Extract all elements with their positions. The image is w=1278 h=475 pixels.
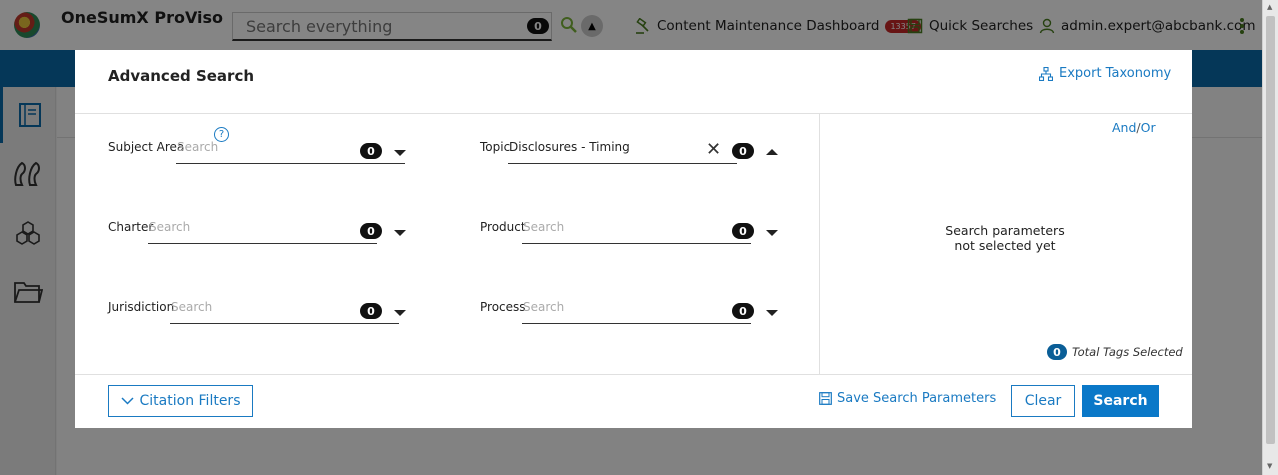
topic-count: 0 (732, 143, 754, 159)
citation-filters-button[interactable]: Citation Filters (108, 385, 253, 417)
subject-area-count: 0 (360, 143, 382, 159)
chevron-up-icon[interactable] (766, 149, 778, 155)
floppy-disk-icon (819, 392, 832, 405)
chevron-down-icon[interactable] (394, 230, 406, 236)
charter-count: 0 (360, 223, 382, 239)
charter-field: Charter Search 0 (108, 220, 408, 244)
product-field: Product Search 0 (480, 220, 780, 244)
scroll-down-icon[interactable]: ▼ (1267, 462, 1272, 470)
dialog-title: Advanced Search (108, 67, 255, 85)
export-taxonomy-link[interactable]: Export Taxonomy (1039, 66, 1171, 81)
total-tags-label: Total Tags Selected (1072, 345, 1183, 359)
empty-parameters-message: Search parameters not selected yet (935, 223, 1075, 253)
jurisdiction-input[interactable]: Search (171, 300, 212, 314)
chevron-down-icon[interactable] (394, 150, 406, 156)
jurisdiction-label: Jurisdiction (108, 300, 175, 314)
process-label: Process (480, 300, 526, 314)
clear-button[interactable]: Clear (1011, 385, 1075, 417)
charter-underline (148, 243, 377, 244)
jurisdiction-underline (170, 323, 399, 324)
subject-area-input[interactable]: Search (177, 140, 218, 154)
clear-button-label: Clear (1024, 393, 1062, 409)
product-count: 0 (732, 223, 754, 239)
and-or-toggle[interactable]: And/Or (1112, 120, 1156, 135)
search-button[interactable]: Search (1082, 385, 1159, 417)
panel-divider (819, 113, 820, 374)
total-tags: 0 Total Tags Selected (1047, 344, 1183, 360)
topic-field: Topic Disclosures - Timing ✕ 0 (480, 140, 780, 164)
footer-divider (75, 374, 1192, 375)
chevron-down-icon[interactable] (394, 310, 406, 316)
and-option[interactable]: And (1112, 120, 1136, 135)
product-label: Product (480, 220, 526, 234)
hierarchy-icon (1039, 66, 1053, 81)
process-underline (522, 323, 751, 324)
subject-area-label: Subject Area (108, 140, 185, 154)
jurisdiction-count: 0 (360, 303, 382, 319)
product-input[interactable]: Search (523, 220, 564, 234)
total-tags-count: 0 (1047, 344, 1067, 360)
empty-message-line1: Search parameters (945, 223, 1065, 238)
save-search-parameters-label: Save Search Parameters (837, 391, 997, 406)
product-underline (522, 243, 751, 244)
jurisdiction-field: Jurisdiction Search 0 (108, 300, 408, 324)
topic-input[interactable]: Disclosures - Timing (509, 140, 630, 154)
topic-label: Topic (480, 140, 511, 154)
chevron-down-icon[interactable] (766, 230, 778, 236)
header-divider (75, 113, 1192, 114)
process-input[interactable]: Search (523, 300, 564, 314)
clear-icon[interactable]: ✕ (706, 141, 721, 159)
subject-area-field: Subject Area ? Search 0 (108, 127, 408, 164)
chevron-down-icon (120, 397, 134, 405)
empty-message-line2: not selected yet (954, 238, 1056, 253)
charter-label: Charter (108, 220, 154, 234)
advanced-search-dialog: Advanced Search Export Taxonomy Subject … (75, 50, 1192, 428)
process-field: Process Search 0 (480, 300, 780, 324)
search-button-label: Search (1093, 393, 1148, 409)
scroll-up-icon[interactable]: ▲ (1267, 3, 1272, 11)
subject-area-underline (176, 163, 405, 164)
page-scrollbar[interactable]: ▲ ▼ (1262, 0, 1278, 475)
charter-input[interactable]: Search (149, 220, 190, 234)
citation-filters-label: Citation Filters (139, 393, 241, 409)
chevron-down-icon[interactable] (766, 310, 778, 316)
or-option[interactable]: Or (1141, 120, 1156, 135)
scrollbar-thumb[interactable] (1266, 16, 1275, 444)
export-taxonomy-label: Export Taxonomy (1059, 66, 1172, 81)
process-count: 0 (732, 303, 754, 319)
save-search-parameters-link[interactable]: Save Search Parameters (819, 391, 996, 406)
topic-underline (508, 163, 737, 164)
